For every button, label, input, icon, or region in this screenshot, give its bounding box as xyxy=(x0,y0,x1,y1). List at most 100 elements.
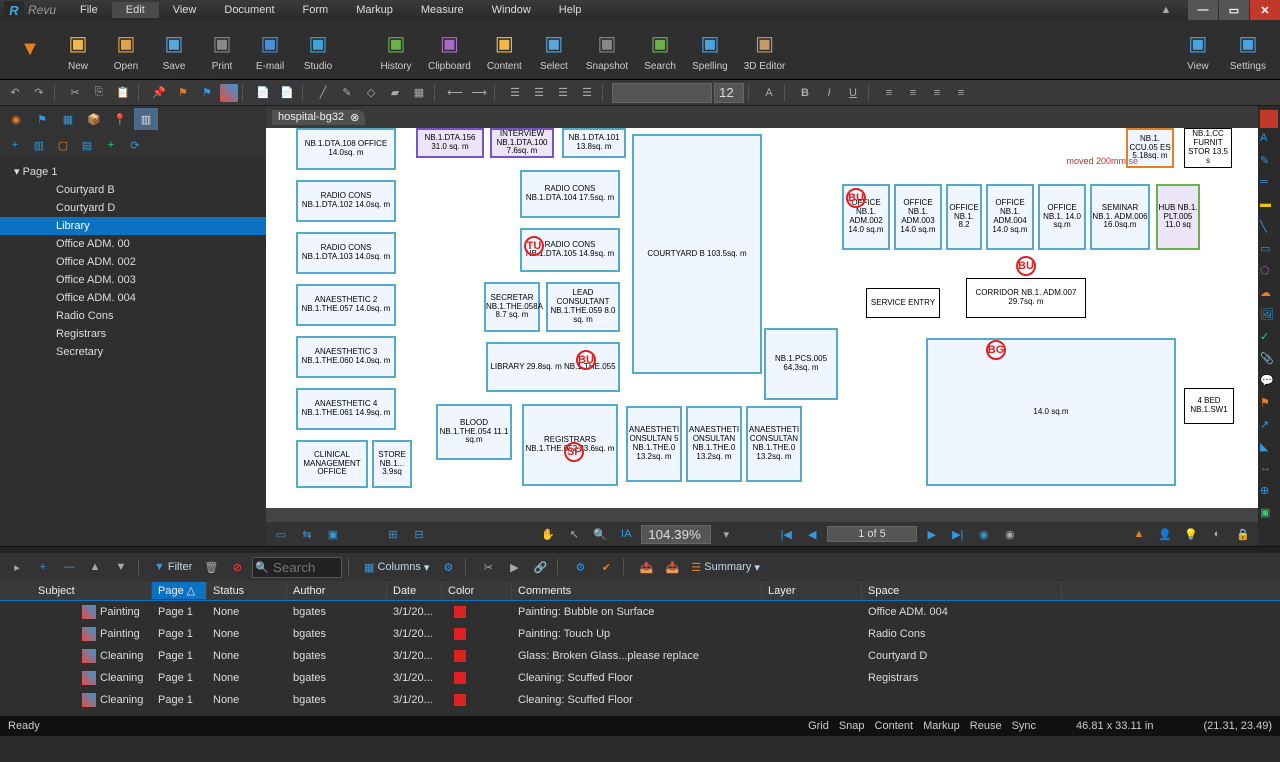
flag-icon[interactable]: ⚑ xyxy=(172,82,194,104)
clear-filter-icon[interactable]: ⊘ xyxy=(226,556,248,578)
horizontal-scrollbar[interactable] xyxy=(266,508,1258,522)
close-tab-icon[interactable]: ⊗ xyxy=(350,111,359,124)
rside-group-icon[interactable]: ▣ xyxy=(1260,506,1278,524)
column-header[interactable]: Page △ xyxy=(152,582,207,599)
menu-form[interactable]: Form xyxy=(289,2,343,18)
link-markup-icon[interactable]: 🔗 xyxy=(529,556,551,578)
ribbon-settings[interactable]: ▣Settings xyxy=(1230,27,1266,72)
markup-stamp[interactable]: TU xyxy=(524,236,544,256)
menu-document[interactable]: Document xyxy=(210,2,288,18)
ribbon-e-mail[interactable]: ▣E-mail xyxy=(254,27,286,72)
tree-item[interactable]: Library xyxy=(0,217,266,235)
align-center-icon[interactable]: ☰ xyxy=(528,82,550,104)
room-space[interactable]: NB.1.DTA.108 OFFICE 14.0sq. m xyxy=(296,128,396,170)
room-space[interactable]: ANAESTHETI CONSULTAN NB.1.THE.0 13.2sq. … xyxy=(746,406,802,482)
collapse-ribbon-icon[interactable]: ▲ xyxy=(1151,0,1181,20)
ribbon-save[interactable]: ▣Save xyxy=(158,27,190,72)
text-align4-icon[interactable]: ≡ xyxy=(950,82,972,104)
column-header[interactable]: Author xyxy=(287,583,387,599)
space-tool-icon[interactable]: ▥ xyxy=(28,134,50,156)
ribbon-spelling[interactable]: ▣Spelling xyxy=(692,27,728,72)
tree-root[interactable]: ▾ Page 1 xyxy=(0,162,266,181)
rside-cloud-icon[interactable]: ☁ xyxy=(1260,286,1278,304)
room-space[interactable]: LEAD CONSULTANT NB.1.THE.059 8.0 sq. m xyxy=(546,282,620,332)
room-space[interactable]: 4 BED NB.1.SW1 xyxy=(1184,388,1234,424)
space-add-icon[interactable]: + xyxy=(100,134,122,156)
ribbon-select[interactable]: ▣Select xyxy=(538,27,570,72)
nav-facing-icon[interactable]: ▣ xyxy=(322,523,344,545)
room-space[interactable]: SEMINAR NB.1. ADM.006 16.0sq.m xyxy=(1090,184,1150,250)
room-space[interactable]: SERVICE ENTRY xyxy=(866,288,940,318)
rside-rect-icon[interactable]: ▭ xyxy=(1260,242,1278,260)
room-space[interactable]: RADIO CONS NB.1.DTA.104 17.5sq. m xyxy=(520,170,620,218)
column-header[interactable]: Date xyxy=(387,583,442,599)
ribbon-studio[interactable]: ▣Studio xyxy=(302,27,334,72)
nav-user-icon[interactable]: 👤 xyxy=(1154,523,1176,545)
nav-single-page-icon[interactable]: ▭ xyxy=(270,523,292,545)
status-toggle-snap[interactable]: Snap xyxy=(839,720,865,732)
room-space[interactable]: OFFICE NB.1. 14.0 sq.m xyxy=(1038,184,1086,250)
rside-stamp-icon[interactable]: ✓ xyxy=(1260,330,1278,348)
ribbon-search[interactable]: ▣Search xyxy=(644,27,676,72)
panel-tab-thumbnails[interactable]: ◉ xyxy=(4,108,28,130)
room-space[interactable]: STORE NB.1... 3.9sq xyxy=(372,440,412,488)
markup-stamp[interactable]: SF xyxy=(564,442,584,462)
align-left-icon[interactable]: ☰ xyxy=(504,82,526,104)
menu-window[interactable]: Window xyxy=(478,2,545,18)
minimize-button[interactable]: — xyxy=(1188,0,1218,20)
ribbon-content[interactable]: ▣Content xyxy=(487,27,522,72)
panel-tab-spaces[interactable]: ▥ xyxy=(134,108,158,130)
panel-tab-grid[interactable]: ▦ xyxy=(56,108,80,130)
room-space[interactable]: OFFICE NB.1. ADM.003 14.0 sq.m xyxy=(894,184,942,250)
room-space[interactable]: BLOOD NB.1.THE.054 11.1 sq.m xyxy=(436,404,512,460)
markup-row[interactable]: PaintingPage 1Nonebgates3/1/20...Paintin… xyxy=(0,601,1280,623)
rside-text-icon[interactable]: A xyxy=(1260,132,1278,150)
tree-item[interactable]: Office ADM. 003 xyxy=(0,271,266,289)
rside-marker-icon[interactable]: ═ xyxy=(1260,176,1278,194)
room-space[interactable]: LIBRARY 29.8sq. m NB.1.THE.055 xyxy=(486,342,620,392)
rside-poly-icon[interactable]: ⬠ xyxy=(1260,264,1278,282)
menu-file[interactable]: File xyxy=(66,2,112,18)
room-space[interactable]: RADIO CONS NB.1.DTA.102 14.0sq. m xyxy=(296,180,396,222)
nav-bulb-icon[interactable]: 💡 xyxy=(1180,523,1202,545)
rside-highlight-icon[interactable]: ▬ xyxy=(1260,198,1278,216)
markup-stamp[interactable]: BG xyxy=(986,340,1006,360)
ribbon-new[interactable]: ▣New xyxy=(62,27,94,72)
check-icon[interactable]: ✔ xyxy=(595,556,617,578)
align-justify-icon[interactable]: ☰ xyxy=(576,82,598,104)
rside-count-icon[interactable]: ⊕ xyxy=(1260,484,1278,502)
tree-item[interactable]: Office ADM. 004 xyxy=(0,289,266,307)
tree-item[interactable]: Courtyard B xyxy=(0,181,266,199)
room-space[interactable]: HUB NB.1. PLT.005 11.0 sq xyxy=(1156,184,1200,250)
menu-help[interactable]: Help xyxy=(545,2,596,18)
prev-page-button[interactable]: ◀ xyxy=(801,523,823,545)
room-space[interactable]: CORRIDOR NB.1. ADM.007 29.7sq. m xyxy=(966,278,1086,318)
filter-button[interactable]: ▼Filter xyxy=(150,559,196,575)
rside-note-icon[interactable]: 💬 xyxy=(1260,374,1278,392)
zoom-tool-icon[interactable]: 🔍 xyxy=(589,523,611,545)
doc-red-icon[interactable]: 📄 xyxy=(276,82,298,104)
panel-tab-bookmarks[interactable]: ⚑ xyxy=(30,108,54,130)
space-box-icon[interactable]: ▢ xyxy=(52,134,74,156)
column-header[interactable]: Subject xyxy=(32,583,152,599)
shape-tool-icon[interactable]: ◇ xyxy=(360,82,382,104)
copy-markup-icon[interactable]: ▶ xyxy=(503,556,525,578)
import-icon[interactable]: 📥 xyxy=(661,556,683,578)
rside-callout-icon[interactable]: ◣ xyxy=(1260,440,1278,458)
tree-item[interactable]: Secretary xyxy=(0,343,266,361)
rside-dim-icon[interactable]: ↔ xyxy=(1260,462,1278,480)
menu-edit[interactable]: Edit xyxy=(112,2,159,18)
status-toggle-content[interactable]: Content xyxy=(875,720,914,732)
menu-markup[interactable]: Markup xyxy=(342,2,407,18)
status-toggle-markup[interactable]: Markup xyxy=(923,720,960,732)
markup-row[interactable]: PaintingPage 1Nonebgates3/1/20...Paintin… xyxy=(0,623,1280,645)
room-space[interactable]: ANAESTHETIC 3 NB.1.THE.060 14.0sq. m xyxy=(296,336,396,378)
bold-button[interactable]: B xyxy=(794,82,816,104)
room-space[interactable]: CLINICAL MANAGEMENT OFFICE xyxy=(296,440,368,488)
pan-tool-icon[interactable]: ✋ xyxy=(537,523,559,545)
room-space[interactable]: 14.0 sq.m xyxy=(926,338,1176,486)
underline-button[interactable]: U xyxy=(842,82,864,104)
panel-tab-pin[interactable]: 📍 xyxy=(108,108,132,130)
status-toggle-reuse[interactable]: Reuse xyxy=(970,720,1002,732)
hatch-tool-icon[interactable]: ▦ xyxy=(408,82,430,104)
